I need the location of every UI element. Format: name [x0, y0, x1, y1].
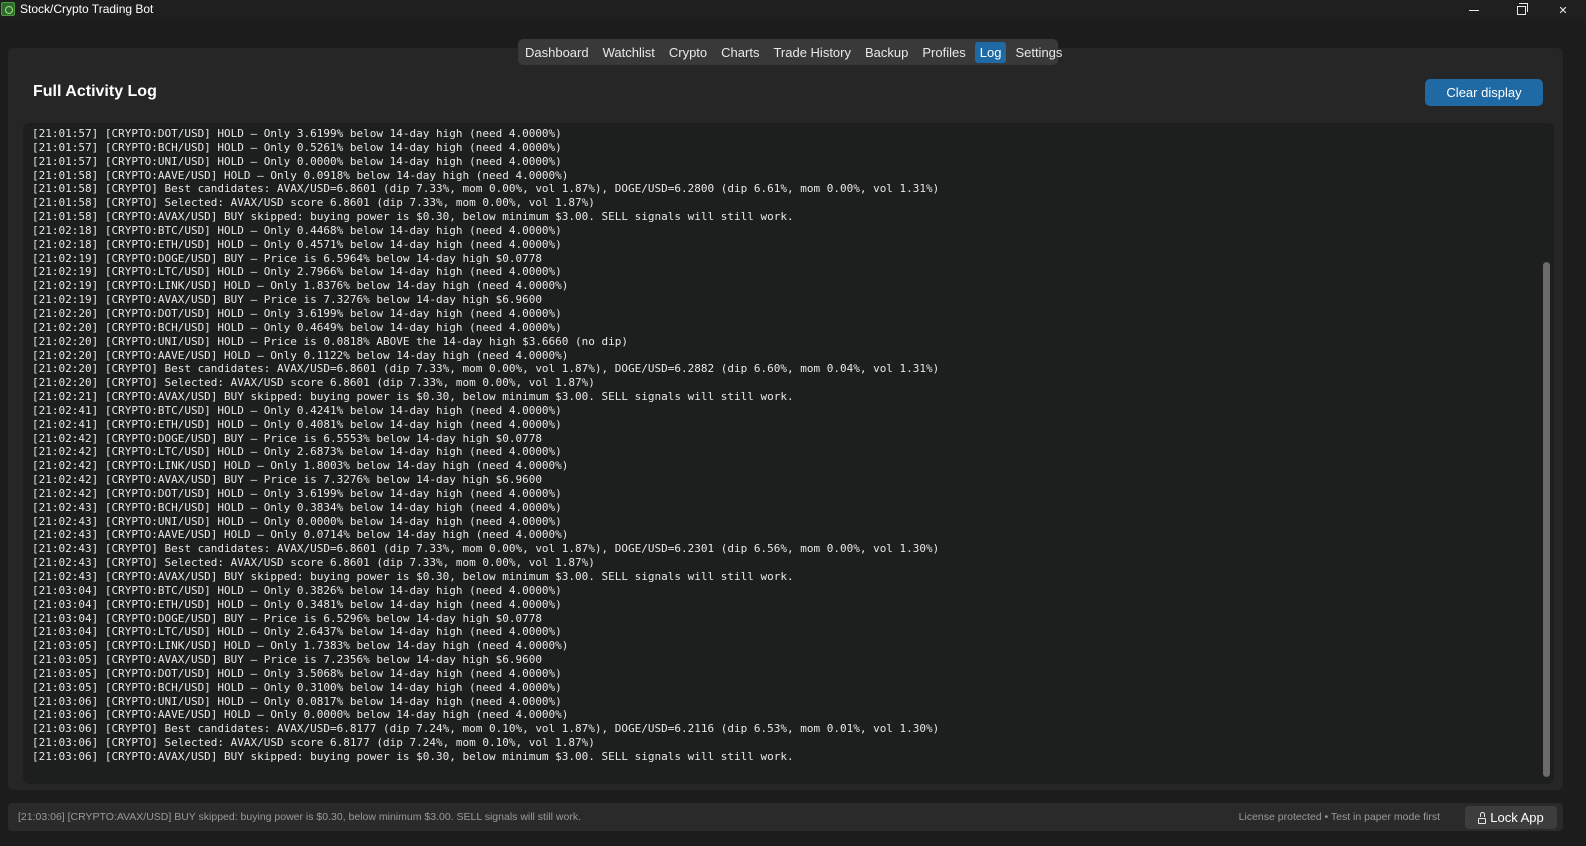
- log-line: [21:02:20] [CRYPTO:BCH/USD] HOLD — Only …: [32, 320, 562, 334]
- minimize-icon[interactable]: [1451, 0, 1497, 20]
- log-line: [21:02:42] [CRYPTO:DOT/USD] HOLD — Only …: [32, 486, 562, 500]
- log-line: [21:01:58] [CRYPTO] Best candidates: AVA…: [32, 182, 940, 196]
- app-logo-icon: [1, 2, 15, 16]
- log-line: [21:02:20] [CRYPTO] Selected: AVAX/USD s…: [32, 376, 595, 390]
- log-line: [21:03:05] [CRYPTO:DOT/USD] HOLD — Only …: [32, 666, 562, 680]
- log-line: [21:01:57] [CRYPTO:BCH/USD] HOLD — Only …: [32, 140, 562, 154]
- log-line: [21:03:06] [CRYPTO] Selected: AVAX/USD s…: [32, 736, 595, 750]
- log-line: [21:02:43] [CRYPTO:BCH/USD] HOLD — Only …: [32, 500, 562, 514]
- log-line: [21:02:41] [CRYPTO:BTC/USD] HOLD — Only …: [32, 403, 562, 417]
- page-title: Full Activity Log: [33, 83, 157, 100]
- window-titlebar: Stock/Crypto Trading Bot ✕: [0, 0, 1586, 20]
- log-line: [21:01:57] [CRYPTO:DOT/USD] HOLD — Only …: [32, 127, 562, 140]
- log-line: [21:02:19] [CRYPTO:LINK/USD] HOLD — Only…: [32, 279, 569, 293]
- tab-dashboard[interactable]: Dashboard: [520, 42, 594, 63]
- log-line: [21:03:04] [CRYPTO:LTC/USD] HOLD — Only …: [32, 625, 562, 639]
- log-line: [21:02:41] [CRYPTO:ETH/USD] HOLD — Only …: [32, 417, 562, 431]
- log-line: [21:02:18] [CRYPTO:ETH/USD] HOLD — Only …: [32, 237, 562, 251]
- log-line: [21:02:43] [CRYPTO] Selected: AVAX/USD s…: [32, 556, 595, 570]
- lock-app-button[interactable]: Lock App: [1465, 806, 1557, 829]
- log-lines: [21:01:57] [CRYPTO:DOT/USD] HOLD — Only …: [32, 127, 1534, 764]
- log-line: [21:02:19] [CRYPTO:LTC/USD] HOLD — Only …: [32, 265, 562, 279]
- log-line: [21:02:42] [CRYPTO:LINK/USD] HOLD — Only…: [32, 459, 569, 473]
- clear-display-button[interactable]: Clear display: [1425, 79, 1543, 106]
- tab-watchlist[interactable]: Watchlist: [598, 42, 660, 63]
- log-line: [21:02:43] [CRYPTO] Best candidates: AVA…: [32, 542, 940, 556]
- log-line: [21:02:20] [CRYPTO:AAVE/USD] HOLD — Only…: [32, 348, 569, 362]
- log-line: [21:02:21] [CRYPTO:AVAX/USD] BUY skipped…: [32, 390, 794, 404]
- close-icon[interactable]: ✕: [1540, 0, 1586, 20]
- tab-backup[interactable]: Backup: [860, 42, 913, 63]
- log-line: [21:03:06] [CRYPTO:AAVE/USD] HOLD — Only…: [32, 708, 569, 722]
- log-line: [21:03:05] [CRYPTO:BCH/USD] HOLD — Only …: [32, 680, 562, 694]
- log-line: [21:02:42] [CRYPTO:DOGE/USD] BUY — Price…: [32, 431, 542, 445]
- log-line: [21:02:20] [CRYPTO:DOT/USD] HOLD — Only …: [32, 306, 562, 320]
- log-line: [21:02:20] [CRYPTO:UNI/USD] HOLD — Price…: [32, 334, 629, 348]
- status-last-message: [21:03:06] [CRYPTO:AVAX/USD] BUY skipped…: [18, 811, 581, 823]
- log-line: [21:02:18] [CRYPTO:BTC/USD] HOLD — Only …: [32, 223, 562, 237]
- log-line: [21:03:05] [CRYPTO:LINK/USD] HOLD — Only…: [32, 639, 569, 653]
- log-line: [21:02:43] [CRYPTO:UNI/USD] HOLD — Only …: [32, 514, 562, 528]
- window-title: Stock/Crypto Trading Bot: [20, 2, 154, 16]
- log-line: [21:02:19] [CRYPTO:DOGE/USD] BUY — Price…: [32, 251, 542, 265]
- license-status: License protected • Test in paper mode f…: [1238, 811, 1440, 823]
- tab-trade-history[interactable]: Trade History: [768, 42, 856, 63]
- log-line: [21:01:58] [CRYPTO:AVAX/USD] BUY skipped…: [32, 210, 794, 224]
- lock-app-label: Lock App: [1490, 810, 1544, 825]
- log-line: [21:02:42] [CRYPTO:LTC/USD] HOLD — Only …: [32, 445, 562, 459]
- tab-log[interactable]: Log: [974, 41, 1007, 63]
- log-line: [21:01:58] [CRYPTO] Selected: AVAX/USD s…: [32, 196, 595, 210]
- lock-icon: [1478, 811, 1487, 824]
- log-line: [21:03:04] [CRYPTO:BTC/USD] HOLD — Only …: [32, 583, 562, 597]
- tab-bar: Dashboard Watchlist Crypto Charts Trade Hist…: [518, 39, 1062, 65]
- tab-profiles[interactable]: Profiles: [917, 42, 970, 63]
- log-line: [21:03:06] [CRYPTO:UNI/USD] HOLD — Only …: [32, 694, 562, 708]
- log-line: [21:02:19] [CRYPTO:AVAX/USD] BUY — Price…: [32, 293, 542, 307]
- log-line: [21:02:20] [CRYPTO] Best candidates: AVA…: [32, 362, 940, 376]
- tab-charts[interactable]: Charts: [716, 42, 764, 63]
- status-bar: [21:03:06] [CRYPTO:AVAX/USD] BUY skipped…: [8, 803, 1563, 831]
- log-line: [21:02:43] [CRYPTO:AAVE/USD] HOLD — Only…: [32, 528, 569, 542]
- log-line: [21:03:04] [CRYPTO:DOGE/USD] BUY — Price…: [32, 611, 542, 625]
- log-line: [21:03:06] [CRYPTO:AVAX/USD] BUY skipped…: [32, 749, 794, 763]
- tab-settings[interactable]: Settings: [1010, 42, 1067, 63]
- log-line: [21:02:42] [CRYPTO:AVAX/USD] BUY — Price…: [32, 473, 542, 487]
- log-line: [21:03:05] [CRYPTO:AVAX/USD] BUY — Price…: [32, 653, 542, 667]
- log-line: [21:03:04] [CRYPTO:ETH/USD] HOLD — Only …: [32, 597, 562, 611]
- maximize-icon[interactable]: [1498, 0, 1544, 20]
- log-scrollbar[interactable]: [1543, 262, 1550, 777]
- log-line: [21:01:58] [CRYPTO:AAVE/USD] HOLD — Only…: [32, 168, 569, 182]
- log-line: [21:03:06] [CRYPTO] Best candidates: AVA…: [32, 722, 940, 736]
- log-line: [21:01:57] [CRYPTO:UNI/USD] HOLD — Only …: [32, 154, 562, 168]
- tab-crypto[interactable]: Crypto: [664, 42, 712, 63]
- log-line: [21:02:43] [CRYPTO:AVAX/USD] BUY skipped…: [32, 570, 794, 583]
- activity-log-textbox[interactable]: [21:01:57] [CRYPTO:DOT/USD] HOLD — Only …: [23, 123, 1554, 784]
